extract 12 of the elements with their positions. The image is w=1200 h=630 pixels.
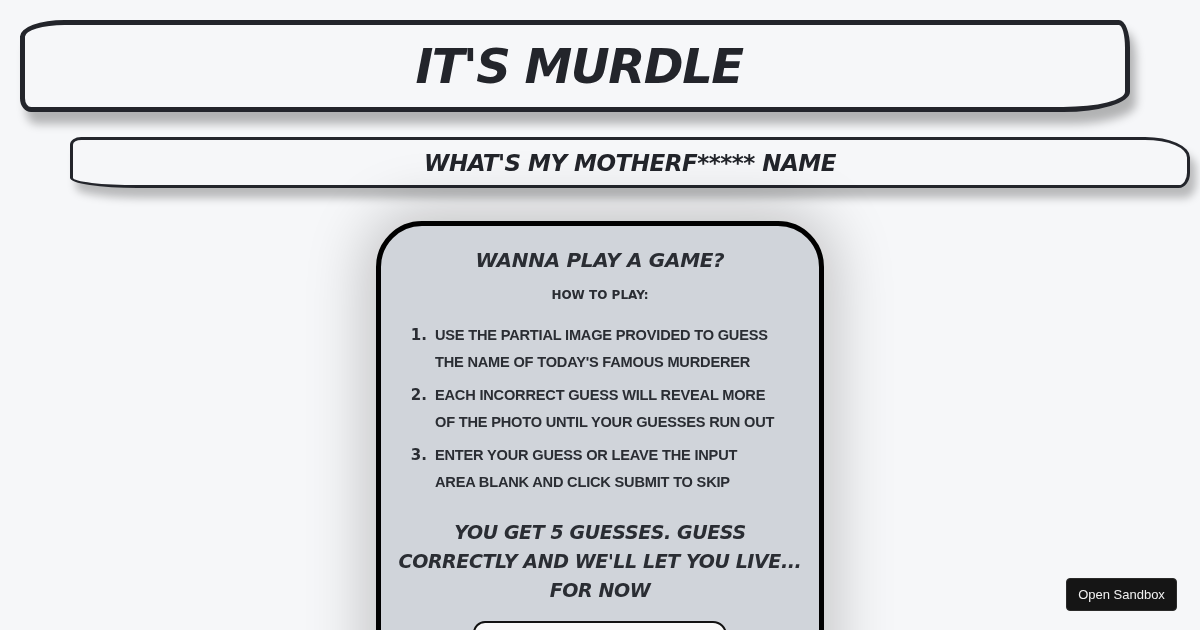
step-number: 2. <box>409 385 427 406</box>
warning-text: YOU GET 5 GUESSES. GUESS CORRECTLY AND WE'LL LET YOU LIVE... FOR NOW <box>397 520 803 603</box>
page-title: IT'S MURDLE <box>415 38 743 94</box>
how-to-play-label: HOW TO PLAY: <box>551 288 649 302</box>
step-text: USE THE PARTIAL IMAGE PROVIDED TO GUESS THE NAME OF TODAY'S FAMOUS MURDERER <box>435 326 769 372</box>
step-number: 3. <box>409 445 427 466</box>
page-subtitle: WHAT'S MY MOTHERF***** NAME <box>424 149 836 176</box>
open-sandbox-button[interactable]: Open Sandbox <box>1066 578 1177 611</box>
step-text: ENTER YOUR GUESS OR LEAVE THE INPUT AREA BLANK AND CLICK SUBMIT TO SKIP <box>435 446 739 492</box>
step-text: EACH INCORRECT GUESS WILL REVEAL MORE OF THE PHOTO UNTIL YOUR GUESSES RUN OUT <box>435 386 776 432</box>
step-number: 1. <box>409 325 427 346</box>
card-heading: WANNA PLAY A GAME? <box>475 248 725 272</box>
